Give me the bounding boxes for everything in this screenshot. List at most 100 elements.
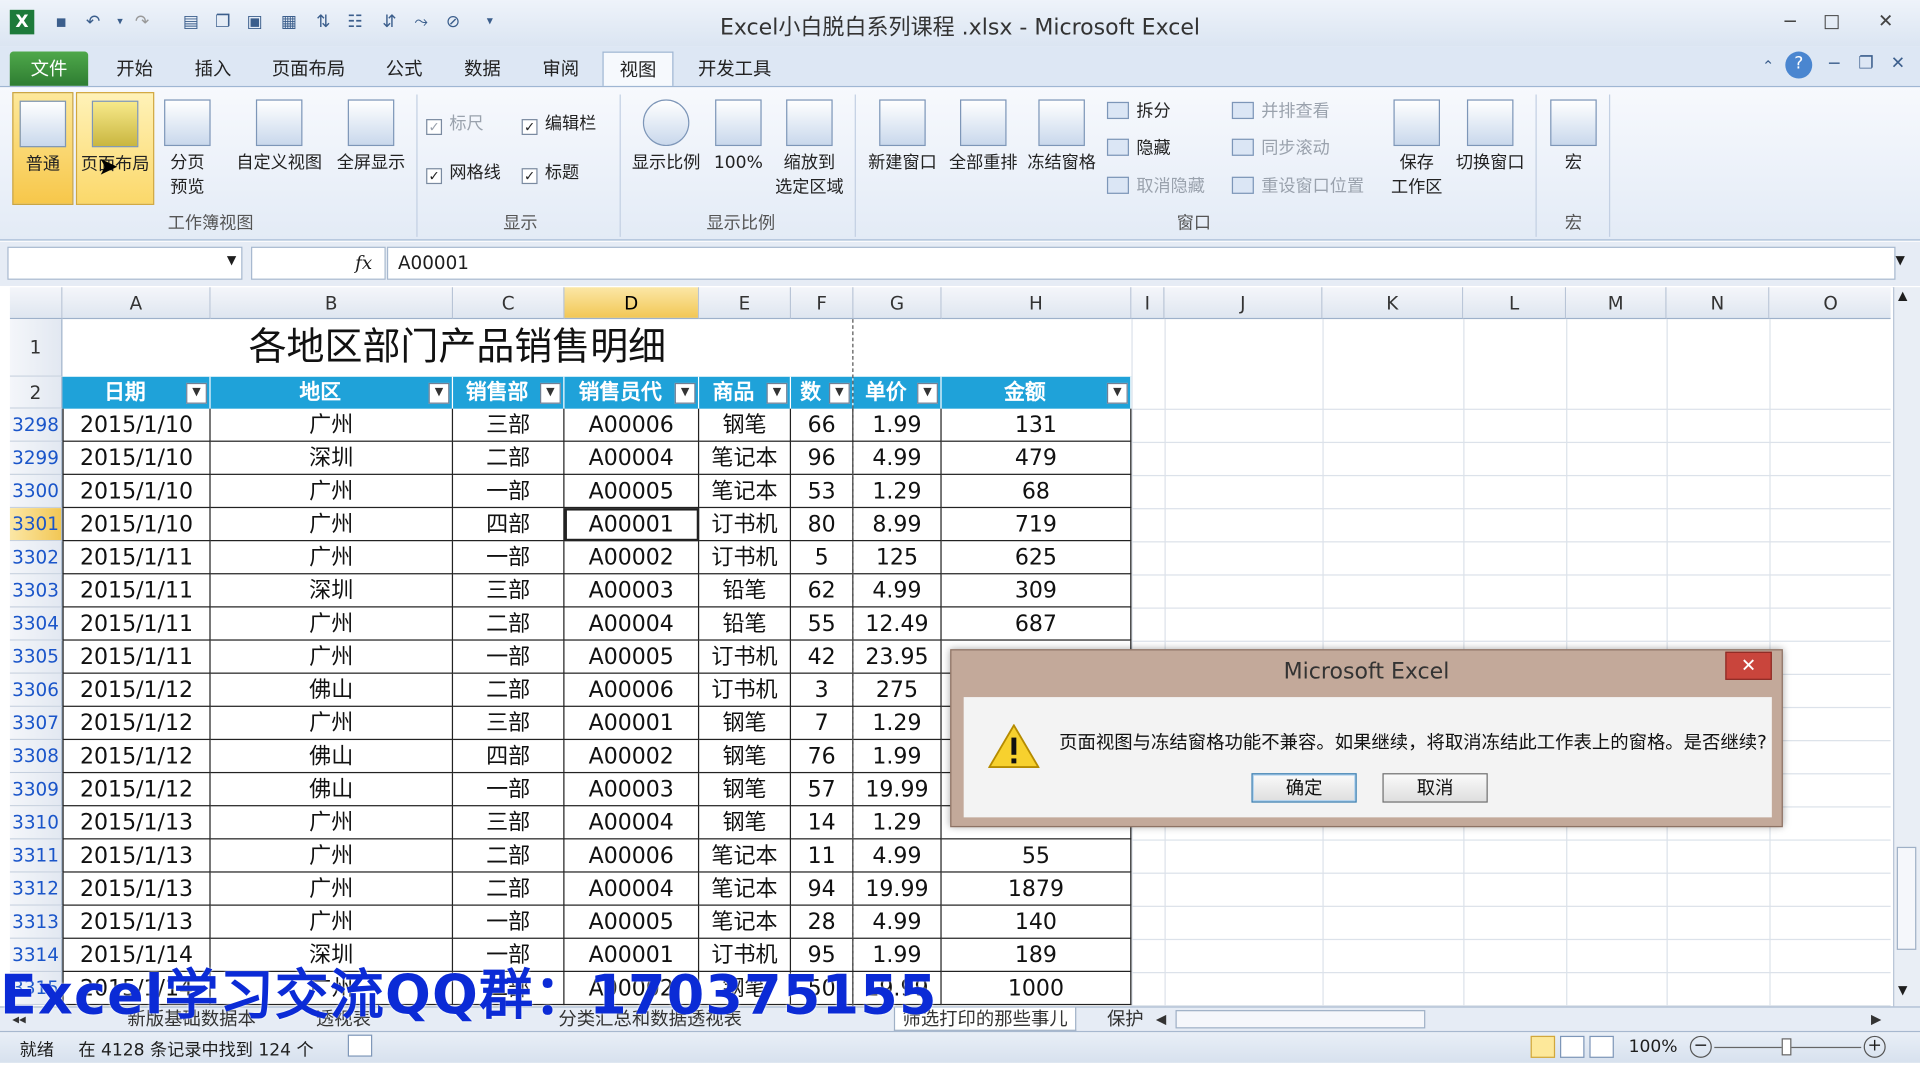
table-cell[interactable]: 2015/1/12 bbox=[62, 773, 211, 807]
table-cell[interactable]: 140 bbox=[941, 905, 1132, 939]
switch-windows-button[interactable]: 切换窗口 bbox=[1450, 92, 1531, 205]
workbook-close-icon[interactable]: ✕ bbox=[1886, 52, 1910, 77]
table-cell[interactable]: 2015/1/13 bbox=[62, 839, 211, 873]
table-cell[interactable]: A00003 bbox=[564, 773, 700, 807]
unhide-button[interactable]: 取消隐藏 bbox=[1106, 172, 1205, 201]
table-cell[interactable]: 2015/1/10 bbox=[62, 474, 211, 509]
table-cell[interactable]: 2015/1/10 bbox=[62, 508, 211, 542]
close-window-icon[interactable]: ✕ bbox=[1869, 7, 1903, 34]
column-header-d[interactable]: D bbox=[564, 287, 700, 320]
row-header[interactable]: 3309 bbox=[9, 773, 63, 807]
table-cell[interactable]: 广州 bbox=[210, 806, 454, 840]
table-cell[interactable]: 广州 bbox=[210, 839, 454, 873]
table-cell[interactable]: 96 bbox=[791, 441, 854, 475]
reset-window-position-button[interactable]: 重设窗口位置 bbox=[1231, 172, 1364, 201]
zoom-level[interactable]: 100% bbox=[1629, 1037, 1678, 1057]
column-header-f[interactable]: F bbox=[791, 287, 854, 320]
zoom-slider-thumb[interactable] bbox=[1781, 1038, 1792, 1056]
table-header-cell[interactable]: 商品 ▼ bbox=[699, 376, 792, 409]
table-cell[interactable]: 4.99 bbox=[853, 574, 942, 608]
table-cell[interactable]: 4.99 bbox=[853, 839, 942, 873]
insert-function-icon[interactable]: fx bbox=[355, 252, 372, 274]
tab-file[interactable]: 文件 bbox=[9, 51, 89, 86]
table-cell[interactable]: 一部 bbox=[453, 905, 565, 939]
filter-dropdown-icon[interactable]: ▼ bbox=[540, 382, 561, 404]
page-break-preview-button[interactable]: 分页 预览 bbox=[157, 92, 218, 205]
table-cell[interactable]: 131 bbox=[941, 408, 1132, 442]
table-cell[interactable]: 广州 bbox=[210, 408, 454, 442]
sheet-title[interactable]: 各地区部门产品销售明细 bbox=[62, 319, 852, 377]
column-header-e[interactable]: E bbox=[699, 287, 792, 320]
table-cell[interactable]: 一部 bbox=[453, 640, 565, 674]
table-cell[interactable]: A00003 bbox=[564, 574, 700, 608]
table-cell[interactable]: 一部 bbox=[453, 474, 565, 509]
table-cell[interactable]: 68 bbox=[941, 474, 1132, 509]
table-cell[interactable]: 1.99 bbox=[853, 740, 942, 774]
table-cell[interactable]: A00005 bbox=[564, 474, 700, 509]
table-cell[interactable]: A00004 bbox=[564, 872, 700, 906]
formula-bar-checkbox[interactable]: ✓ 编辑栏 bbox=[521, 109, 596, 138]
arrange-all-button[interactable]: 全部重排 bbox=[943, 92, 1024, 205]
maximize-icon[interactable]: □ bbox=[1815, 7, 1849, 34]
table-cell[interactable]: 4.99 bbox=[853, 441, 942, 475]
table-cell[interactable]: 四部 bbox=[453, 508, 565, 542]
table-cell[interactable]: 687 bbox=[941, 607, 1132, 641]
ok-button[interactable]: 确定 bbox=[1251, 773, 1357, 803]
row-header[interactable]: 3299 bbox=[9, 441, 63, 475]
scroll-right-icon[interactable]: ▶ bbox=[1871, 1008, 1881, 1031]
table-header-cell[interactable]: 数 ▼ bbox=[791, 376, 854, 409]
table-cell[interactable]: A00006 bbox=[564, 673, 700, 707]
table-cell[interactable]: 订书机 bbox=[699, 673, 792, 707]
table-cell[interactable]: 钢笔 bbox=[699, 706, 792, 741]
table-cell[interactable]: 二部 bbox=[453, 673, 565, 707]
macro-record-icon[interactable] bbox=[347, 1034, 373, 1057]
row-header[interactable]: 3303 bbox=[9, 574, 63, 608]
row-header[interactable]: 3306 bbox=[9, 673, 63, 707]
table-cell[interactable]: 广州 bbox=[210, 640, 454, 674]
table-cell[interactable]: 2015/1/10 bbox=[62, 441, 211, 475]
table-cell[interactable]: 深圳 bbox=[210, 441, 454, 475]
filter-dropdown-icon[interactable]: ▼ bbox=[917, 382, 938, 404]
full-screen-button[interactable]: 全屏显示 bbox=[331, 92, 412, 205]
formula-input[interactable]: A00001 bbox=[386, 246, 1896, 280]
row-header[interactable]: 3300 bbox=[9, 474, 63, 509]
table-cell[interactable]: A00001 bbox=[564, 706, 700, 741]
row-header[interactable]: 3302 bbox=[9, 541, 63, 575]
filter-dropdown-icon[interactable]: ▼ bbox=[674, 382, 696, 404]
table-cell[interactable]: 三部 bbox=[453, 574, 565, 608]
save-workspace-button[interactable]: 保存 工作区 bbox=[1384, 92, 1450, 205]
table-cell[interactable]: 广州 bbox=[210, 607, 454, 641]
table-cell[interactable]: 钢笔 bbox=[699, 806, 792, 840]
tab-developer[interactable]: 开发工具 bbox=[683, 52, 786, 86]
table-cell[interactable]: 二部 bbox=[453, 839, 565, 873]
table-cell[interactable]: 一部 bbox=[453, 773, 565, 807]
horizontal-scroll-thumb[interactable] bbox=[1175, 1010, 1426, 1029]
table-cell[interactable]: 8.99 bbox=[853, 508, 942, 542]
headings-checkbox[interactable]: ✓ 标题 bbox=[521, 158, 579, 187]
workbook-restore-icon[interactable]: ❐ bbox=[1854, 52, 1878, 77]
table-cell[interactable]: 275 bbox=[853, 673, 942, 707]
table-cell[interactable]: 94 bbox=[791, 872, 854, 906]
table-cell[interactable]: 1.29 bbox=[853, 806, 942, 840]
table-cell[interactable]: 66 bbox=[791, 408, 854, 442]
table-cell[interactable]: A00001 bbox=[564, 508, 700, 542]
table-cell[interactable]: 笔记本 bbox=[699, 474, 792, 509]
table-header-cell[interactable]: 销售员代 ▼ bbox=[564, 376, 700, 409]
row-header[interactable]: 3305 bbox=[9, 640, 63, 674]
table-cell[interactable]: 订书机 bbox=[699, 508, 792, 542]
tab-view[interactable]: 视图 bbox=[602, 51, 674, 86]
table-cell[interactable]: 125 bbox=[853, 541, 942, 575]
table-cell[interactable]: 2015/1/13 bbox=[62, 806, 211, 840]
split-button[interactable]: 拆分 bbox=[1106, 97, 1171, 126]
view-side-by-side-button[interactable]: 并排查看 bbox=[1231, 97, 1330, 126]
table-cell[interactable]: 铅笔 bbox=[699, 607, 792, 641]
table-cell[interactable]: A00005 bbox=[564, 905, 700, 939]
table-cell[interactable]: A00002 bbox=[564, 740, 700, 774]
row-header[interactable]: 3301 bbox=[9, 508, 63, 542]
table-cell[interactable]: 笔记本 bbox=[699, 872, 792, 906]
table-cell[interactable]: 广州 bbox=[210, 474, 454, 509]
table-cell[interactable]: 深圳 bbox=[210, 574, 454, 608]
row-header[interactable]: 3304 bbox=[9, 607, 63, 641]
table-cell[interactable]: 广州 bbox=[210, 541, 454, 575]
table-cell[interactable]: 铅笔 bbox=[699, 574, 792, 608]
